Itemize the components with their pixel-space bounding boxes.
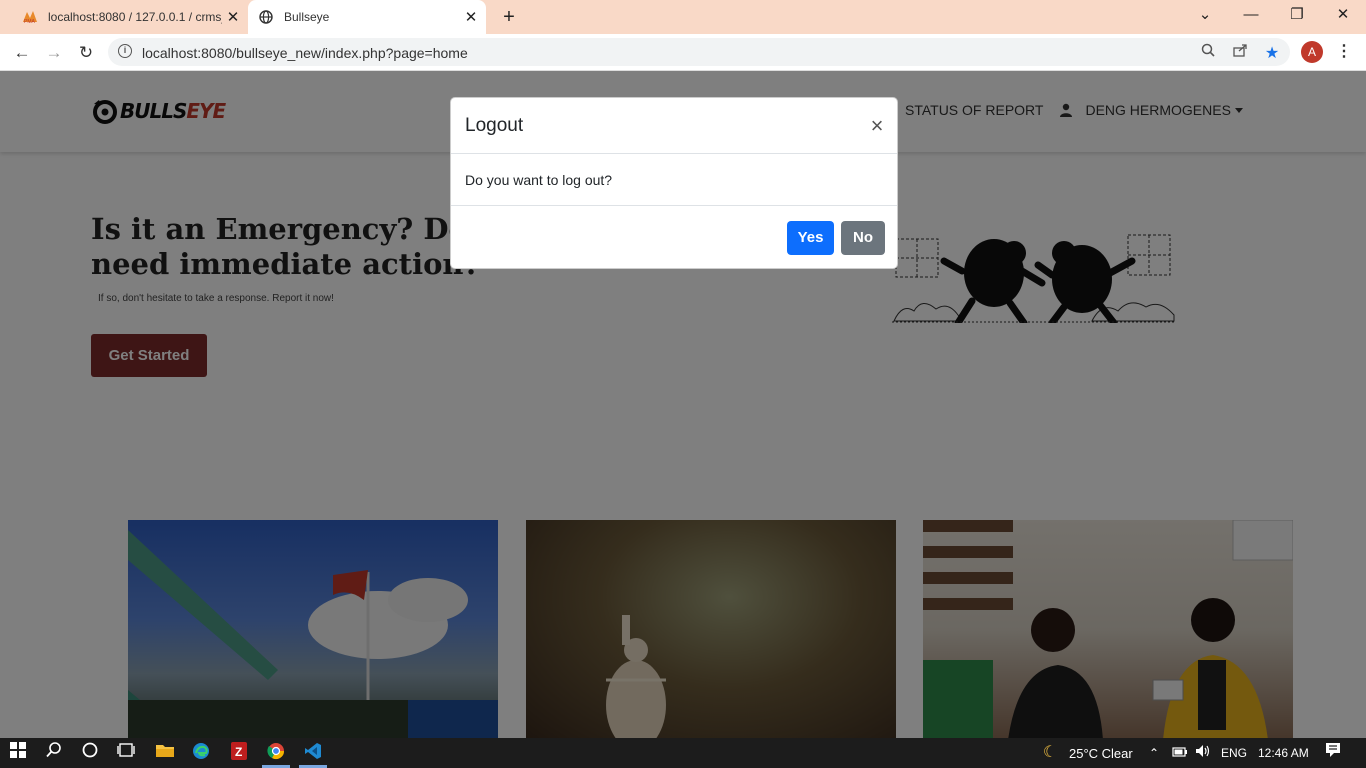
moon-weather-icon: ☾	[1042, 744, 1058, 761]
tab-title: Bullseye	[284, 10, 330, 24]
weather-text[interactable]: 25°C Clear	[1069, 746, 1133, 761]
globe-icon	[258, 9, 274, 25]
new-tab-button[interactable]: +	[498, 6, 520, 28]
close-window-button[interactable]: ✕	[1320, 0, 1366, 32]
share-icon[interactable]	[1230, 43, 1250, 61]
clock[interactable]: 12:46 AM	[1258, 746, 1309, 760]
file-explorer-icon[interactable]	[154, 742, 176, 764]
filezilla-icon[interactable]: Z	[228, 742, 250, 764]
browser-toolbar: ← → ↻ i localhost:8080/bullseye_new/inde…	[0, 34, 1366, 71]
volume-icon[interactable]	[1192, 742, 1214, 764]
windows-taskbar: Z ☾ 25°C Clear ⌃ ENG 12:46 AM	[0, 738, 1366, 768]
search-icon[interactable]	[43, 742, 65, 764]
forward-arrow-icon[interactable]: →	[40, 39, 68, 67]
logout-modal: Logout × Do you want to log out? Yes No	[450, 97, 898, 269]
language-indicator[interactable]: ENG	[1221, 746, 1247, 760]
windows-start-icon[interactable]	[7, 742, 29, 764]
url-text: localhost:8080/bullseye_new/index.php?pa…	[142, 45, 468, 61]
reload-icon[interactable]: ↻	[72, 39, 100, 67]
modal-message: Do you want to log out?	[465, 172, 613, 188]
modal-footer: Yes No	[451, 205, 897, 269]
minimize-button[interactable]: —	[1228, 0, 1274, 32]
bookmark-star-icon[interactable]: ★	[1262, 43, 1282, 62]
browser-tab-strip: PMA localhost:8080 / 127.0.0.1 / crms_ ✕…	[0, 0, 1366, 34]
yes-button[interactable]: Yes	[787, 221, 834, 255]
modal-header: Logout ×	[451, 98, 897, 154]
close-icon[interactable]: ×	[867, 115, 887, 137]
tab-title: localhost:8080 / 127.0.0.1 / crms_	[48, 10, 222, 24]
address-bar[interactable]: i localhost:8080/bullseye_new/index.php?…	[108, 38, 1290, 66]
profile-avatar[interactable]: A	[1301, 41, 1323, 63]
browser-menu-icon[interactable]: ⋮	[1336, 41, 1352, 63]
tab-close-icon[interactable]: ✕	[460, 8, 482, 26]
modal-title: Logout	[465, 115, 524, 136]
restore-button[interactable]: ❐	[1274, 0, 1320, 32]
chrome-icon[interactable]	[265, 742, 287, 764]
tab-close-icon[interactable]: ✕	[222, 8, 244, 26]
back-arrow-icon[interactable]: ←	[8, 39, 36, 67]
tab-bullseye[interactable]: Bullseye ✕	[248, 0, 486, 34]
no-button[interactable]: No	[841, 221, 885, 255]
svg-text:PMA: PMA	[24, 19, 36, 24]
site-info-icon[interactable]: i	[118, 44, 132, 58]
chevron-up-icon[interactable]: ⌃	[1149, 746, 1159, 760]
svg-text:Z: Z	[235, 745, 242, 759]
cortana-icon[interactable]	[79, 742, 101, 764]
notification-icon[interactable]	[1322, 742, 1344, 764]
task-view-icon[interactable]	[115, 742, 137, 764]
edge-icon[interactable]	[190, 742, 212, 764]
phpmyadmin-icon: PMA	[22, 9, 38, 25]
tab-phpmyadmin[interactable]: PMA localhost:8080 / 127.0.0.1 / crms_ ✕	[12, 0, 248, 34]
vscode-icon[interactable]	[302, 742, 324, 764]
zoom-icon[interactable]	[1198, 43, 1218, 61]
tab-search-dropdown-icon[interactable]: ⌄	[1182, 0, 1228, 32]
battery-icon[interactable]	[1169, 742, 1191, 764]
